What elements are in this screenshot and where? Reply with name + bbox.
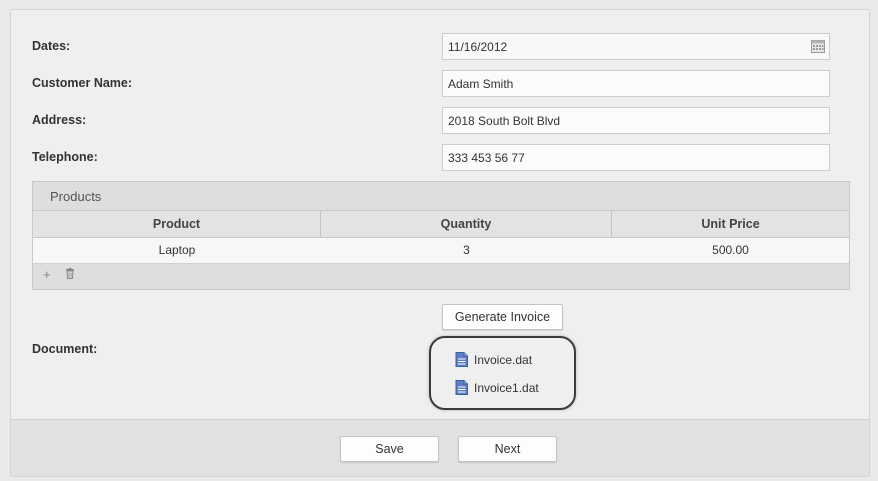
document-icon <box>455 352 468 367</box>
grid-toolbar: + <box>43 267 75 282</box>
file-link[interactable]: Invoice1.dat <box>474 381 539 395</box>
document-icon <box>455 380 468 395</box>
dates-field[interactable]: 11/16/2012 <box>442 33 830 60</box>
document-list: Invoice.dat Invoice1.dat <box>429 336 576 410</box>
address-value: 2018 South Bolt Blvd <box>448 114 561 128</box>
generate-invoice-button[interactable]: Generate Invoice <box>442 304 563 330</box>
customer-name-field[interactable]: Adam Smith <box>442 70 830 97</box>
products-title: Products <box>50 189 102 204</box>
cell-product[interactable]: Laptop <box>33 238 321 263</box>
column-header-quantity[interactable]: Quantity <box>321 211 612 237</box>
customer-name-value: Adam Smith <box>448 77 514 91</box>
column-header-unit-price[interactable]: Unit Price <box>612 211 849 237</box>
dates-value: 11/16/2012 <box>448 40 508 54</box>
telephone-field[interactable]: 333 453 56 77 <box>442 144 830 171</box>
table-row[interactable]: Laptop 3 500.00 <box>33 238 849 264</box>
products-grid: Products Product Quantity Unit Price Lap… <box>32 181 850 290</box>
address-label: Address: <box>32 113 87 127</box>
save-button[interactable]: Save <box>340 436 439 462</box>
address-field[interactable]: 2018 South Bolt Blvd <box>442 107 830 134</box>
customer-name-label: Customer Name: <box>32 76 133 90</box>
products-grid-header: Product Quantity Unit Price <box>33 210 849 238</box>
list-item[interactable]: Invoice.dat <box>455 352 532 367</box>
document-label: Document: <box>32 342 98 356</box>
calendar-icon[interactable] <box>811 39 825 53</box>
file-link[interactable]: Invoice.dat <box>474 353 532 367</box>
next-button[interactable]: Next <box>458 436 557 462</box>
telephone-label: Telephone: <box>32 150 98 164</box>
telephone-value: 333 453 56 77 <box>448 151 525 165</box>
cell-quantity[interactable]: 3 <box>321 238 612 263</box>
column-header-product[interactable]: Product <box>33 211 321 237</box>
list-item[interactable]: Invoice1.dat <box>455 380 539 395</box>
form-footer: Save Next <box>11 419 869 476</box>
invoice-form-panel: Dates: 11/16/2012 Customer Name: Adam Sm… <box>10 9 870 477</box>
delete-row-icon[interactable] <box>65 267 75 282</box>
add-row-icon[interactable]: + <box>43 267 51 282</box>
cell-unit-price[interactable]: 500.00 <box>612 238 849 263</box>
dates-label: Dates: <box>32 39 71 53</box>
